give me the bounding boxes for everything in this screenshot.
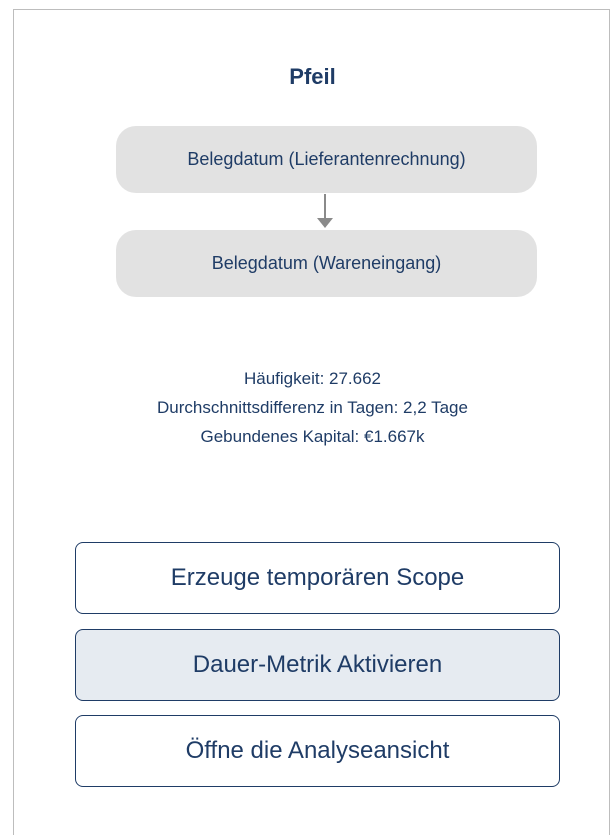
create-temporary-scope-button[interactable]: Erzeuge temporären Scope xyxy=(75,542,560,614)
activate-duration-metric-label: Dauer-Metrik Aktivieren xyxy=(192,651,443,678)
arrow-down-icon xyxy=(317,194,333,228)
target-node-label: Belegdatum (Wareneingang) xyxy=(211,253,442,273)
target-node[interactable]: Belegdatum (Wareneingang) xyxy=(116,230,537,297)
stats-block: Häufigkeit: 27.662 Durchschnittsdifferen… xyxy=(14,364,611,451)
open-analysis-view-label: Öffne die Analyseansicht xyxy=(185,737,450,764)
detail-panel: Pfeil Belegdatum (Lieferantenrechnung) B… xyxy=(13,9,610,835)
panel-title: Pfeil xyxy=(289,64,336,89)
create-temporary-scope-label: Erzeuge temporären Scope xyxy=(170,564,465,591)
bound-capital-stat: Gebundenes Kapital: €1.667k xyxy=(200,427,425,446)
source-node[interactable]: Belegdatum (Lieferantenrechnung) xyxy=(116,126,537,193)
activate-duration-metric-button[interactable]: Dauer-Metrik Aktivieren xyxy=(75,629,560,701)
frequency-stat: Häufigkeit: 27.662 xyxy=(243,369,382,388)
average-difference-stat: Durchschnittsdifferenz in Tagen: 2,2 Tag… xyxy=(157,398,468,417)
open-analysis-view-button[interactable]: Öffne die Analyseansicht xyxy=(75,715,560,787)
source-node-label: Belegdatum (Lieferantenrechnung) xyxy=(187,149,466,169)
